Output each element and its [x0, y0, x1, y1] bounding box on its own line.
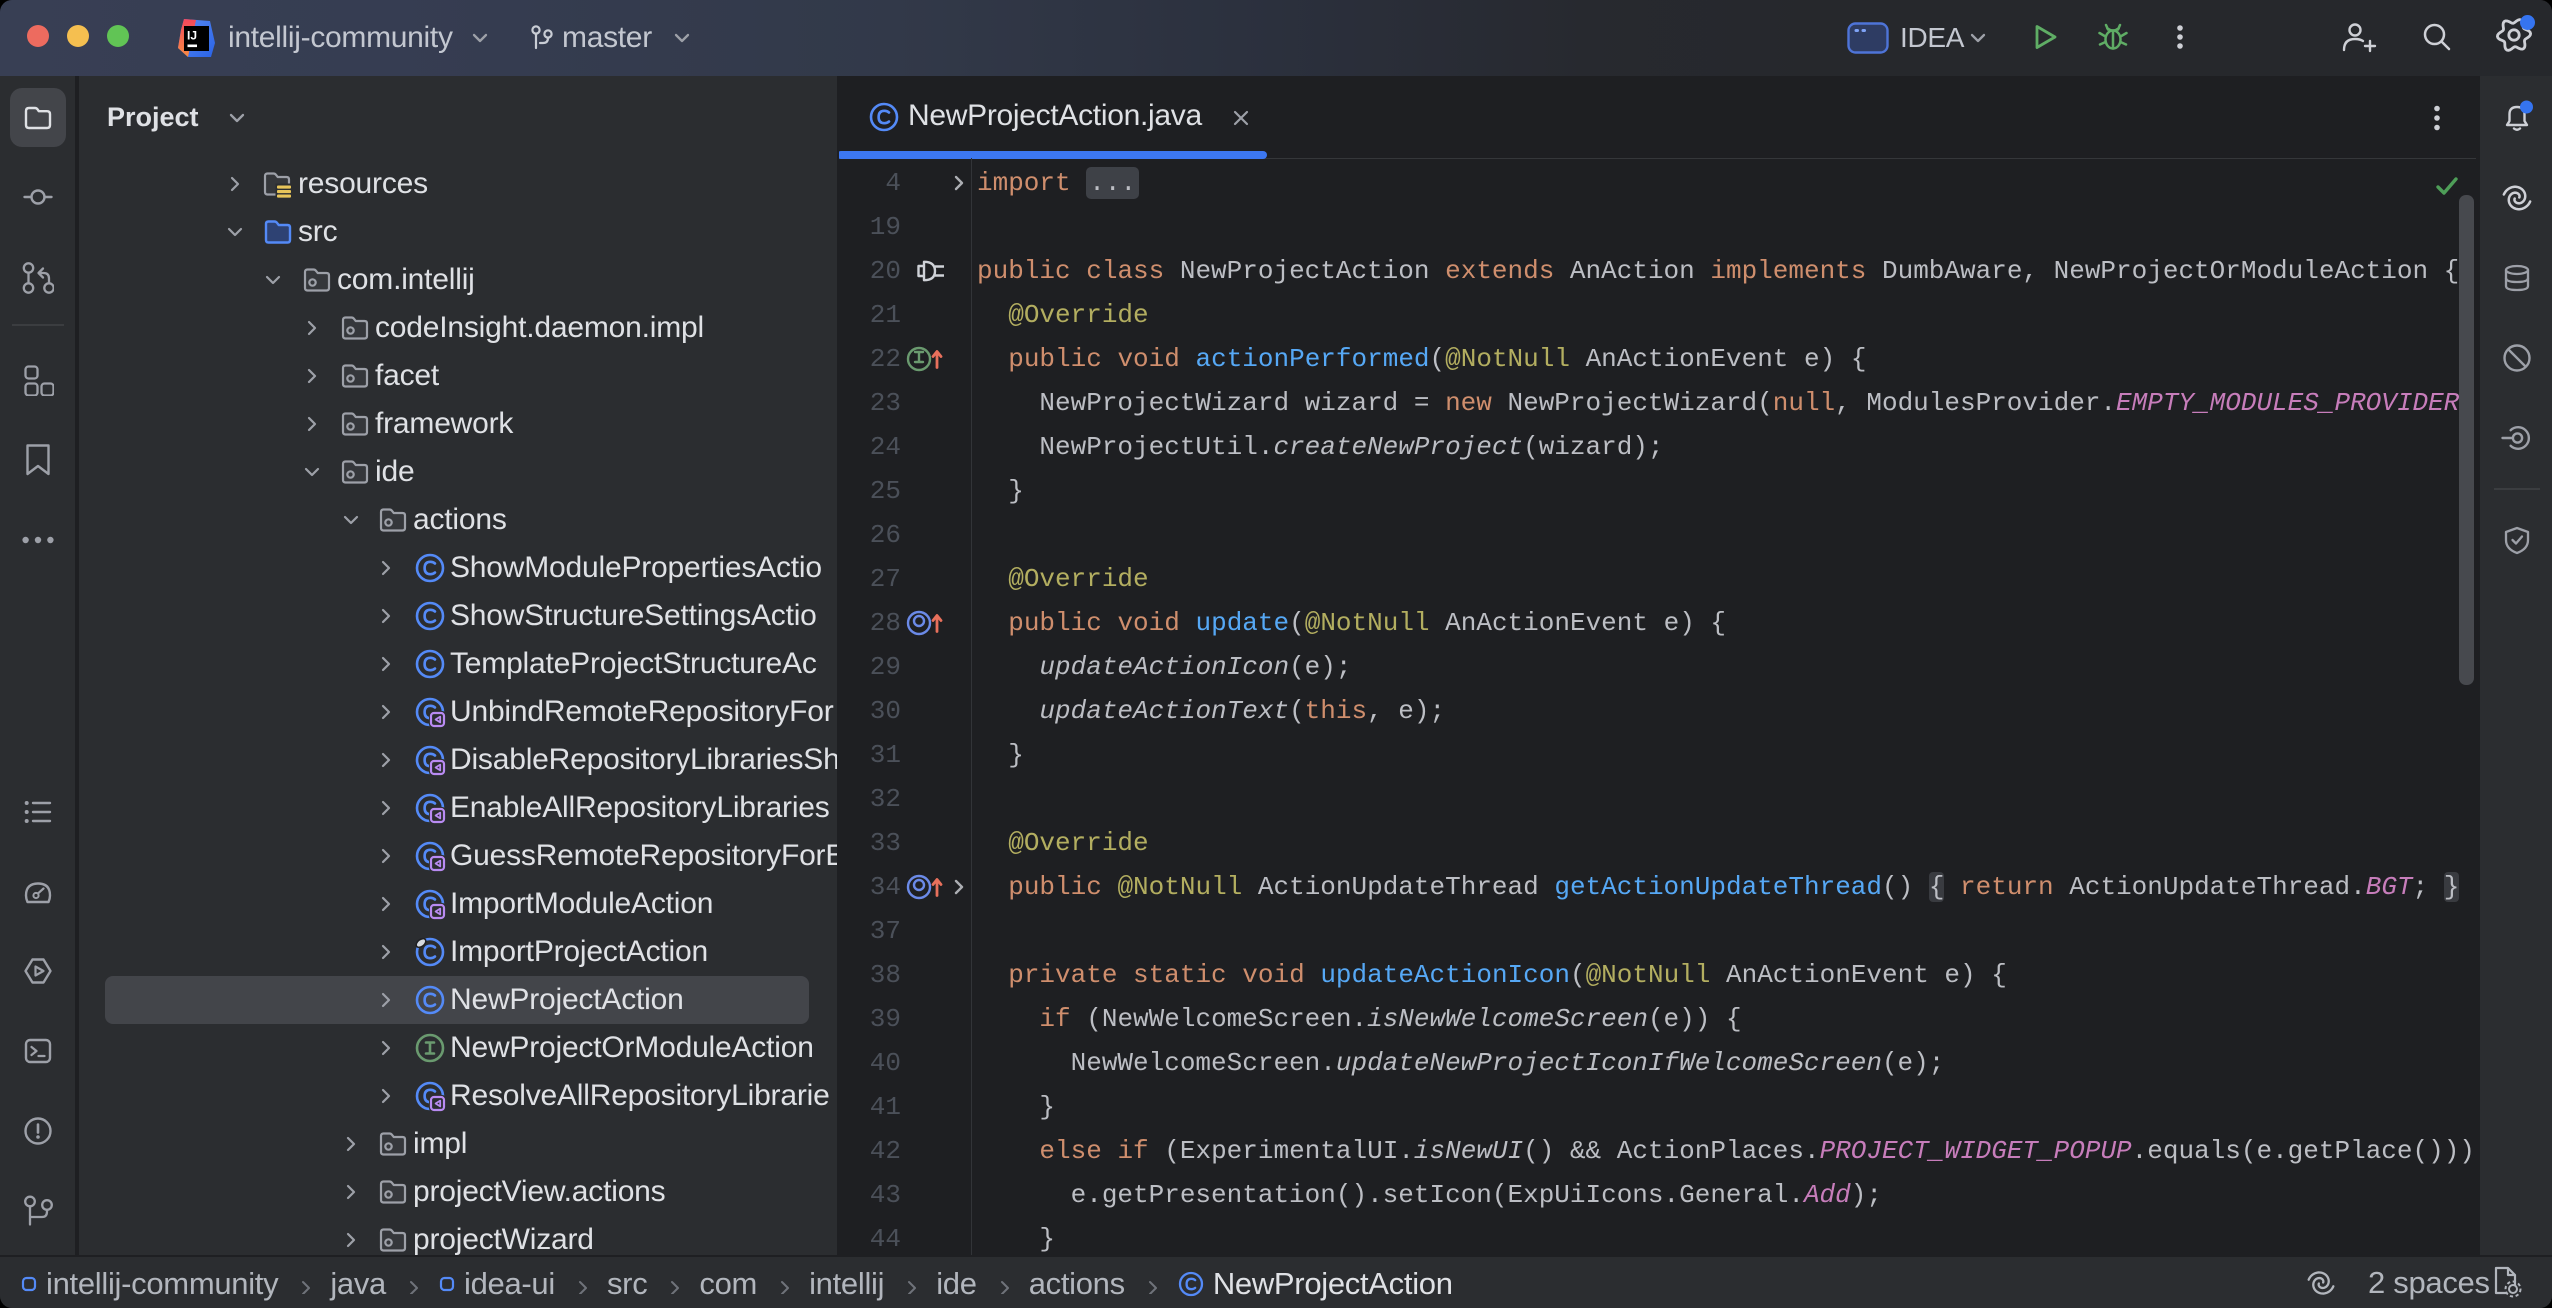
- svg-text:IJ: IJ: [187, 29, 197, 43]
